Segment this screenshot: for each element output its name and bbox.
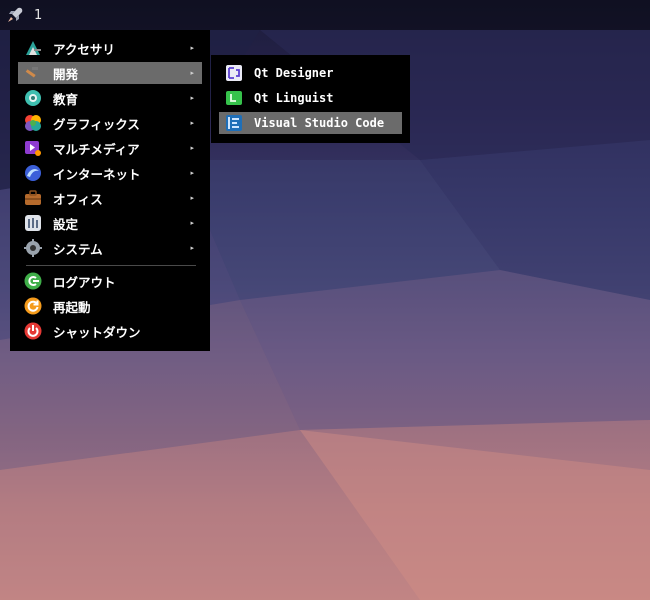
menu-item-label: システム: [53, 241, 103, 257]
development-submenu: Qt Designer Qt Linguist Visual Studio Co…: [211, 55, 410, 143]
submenu-item-qt-linguist[interactable]: Qt Linguist: [219, 87, 402, 109]
qt-designer-icon: [224, 63, 244, 83]
submenu-arrow-icon: ▸: [190, 219, 194, 227]
submenu-arrow-icon: ▸: [190, 169, 194, 177]
menu-item-logout[interactable]: ログアウト: [18, 270, 202, 292]
graphics-icon: [23, 113, 43, 133]
accessories-icon: [23, 38, 43, 58]
menu-item-label: アクセサリ: [53, 41, 115, 57]
submenu-arrow-icon: ▸: [190, 44, 194, 52]
internet-icon: [23, 163, 43, 183]
vscode-icon: [224, 113, 244, 133]
menu-item-label: インターネット: [53, 166, 141, 182]
submenu-arrow-icon: ▸: [190, 194, 194, 202]
submenu-arrow-icon: ▸: [190, 244, 194, 252]
workspace-indicator[interactable]: 1: [34, 8, 42, 23]
development-icon: [23, 63, 43, 83]
submenu-item-label: Qt Linguist: [254, 91, 334, 105]
submenu-item-vscode[interactable]: Visual Studio Code: [219, 112, 402, 134]
menu-item-label: シャットダウン: [53, 324, 141, 340]
submenu-item-label: Qt Designer: [254, 66, 334, 80]
qt-linguist-icon: [224, 88, 244, 108]
menu-item-settings[interactable]: 設定 ▸: [18, 212, 202, 234]
menu-item-education[interactable]: 教育 ▸: [18, 87, 202, 109]
application-menu: アクセサリ ▸ 開発 ▸ 教育 ▸ グラフィックス ▸ マルチメディア ▸ イン: [10, 30, 210, 351]
office-icon: [23, 188, 43, 208]
menu-item-label: 設定: [53, 216, 79, 232]
menu-item-label: グラフィックス: [53, 116, 140, 132]
submenu-item-label: Visual Studio Code: [254, 116, 385, 130]
launcher-button[interactable]: [0, 0, 30, 30]
system-icon: [23, 238, 43, 258]
menu-item-reboot[interactable]: 再起動: [18, 295, 202, 317]
menu-item-label: オフィス: [53, 191, 103, 207]
menu-item-graphics[interactable]: グラフィックス ▸: [18, 112, 202, 134]
settings-icon: [23, 213, 43, 233]
logout-icon: [23, 271, 43, 291]
reboot-icon: [23, 296, 43, 316]
shutdown-icon: [23, 321, 43, 341]
submenu-arrow-icon: ▸: [190, 94, 194, 102]
menu-item-shutdown[interactable]: シャットダウン: [18, 320, 202, 342]
top-panel: 1: [0, 0, 650, 30]
multimedia-icon: [23, 138, 43, 158]
menu-item-label: マルチメディア: [53, 141, 140, 157]
submenu-arrow-icon: ▸: [190, 69, 194, 77]
submenu-item-qt-designer[interactable]: Qt Designer: [219, 62, 402, 84]
menu-separator: [26, 265, 196, 266]
menu-item-label: 開発: [53, 66, 79, 82]
menu-item-multimedia[interactable]: マルチメディア ▸: [18, 137, 202, 159]
menu-item-system[interactable]: システム ▸: [18, 237, 202, 259]
submenu-arrow-icon: ▸: [190, 144, 194, 152]
menu-item-office[interactable]: オフィス ▸: [18, 187, 202, 209]
menu-item-development[interactable]: 開発 ▸: [18, 62, 202, 84]
submenu-arrow-icon: ▸: [190, 119, 194, 127]
education-icon: [23, 88, 43, 108]
menu-item-label: 教育: [53, 91, 79, 107]
menu-item-accessories[interactable]: アクセサリ ▸: [18, 37, 202, 59]
menu-item-label: 再起動: [53, 299, 91, 315]
rocket-icon: [8, 7, 23, 22]
menu-item-label: ログアウト: [53, 274, 116, 290]
menu-item-internet[interactable]: インターネット ▸: [18, 162, 202, 184]
